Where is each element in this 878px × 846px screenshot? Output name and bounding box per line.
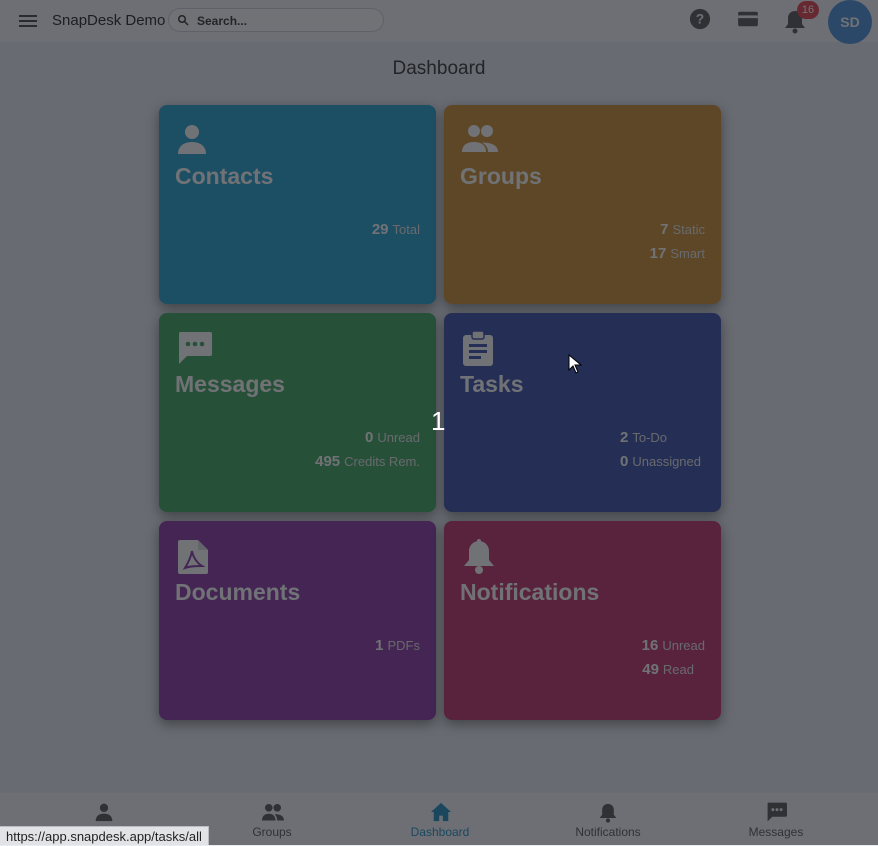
help-icon[interactable]: ? xyxy=(689,8,711,30)
avatar[interactable]: SD xyxy=(828,0,872,44)
person-icon xyxy=(95,803,113,822)
people-icon xyxy=(462,125,498,152)
stat-unassigned: 0 Unassigned xyxy=(620,453,701,470)
card-notifications[interactable]: Notifications 16 Unread 49 Read xyxy=(444,521,721,720)
stat-static: 7 Static xyxy=(660,221,705,238)
card-title: Tasks xyxy=(460,371,524,397)
card-documents[interactable]: Documents 1 PDFs xyxy=(159,521,436,720)
svg-text:?: ? xyxy=(696,12,704,27)
menu-icon[interactable] xyxy=(16,9,40,33)
card-groups[interactable]: Groups 7 Static 17 Smart xyxy=(444,105,721,304)
chat-icon xyxy=(767,802,787,822)
stat-unread: 0 Unread xyxy=(365,429,420,446)
card-messages[interactable]: Messages 0 Unread 495 Credits Rem. xyxy=(159,313,436,512)
notification-badge: 16 xyxy=(797,1,819,19)
nav-item-messages[interactable]: Messages xyxy=(692,793,860,845)
card-title: Documents xyxy=(175,579,301,605)
card-title: Groups xyxy=(460,163,542,189)
app-bar: SnapDesk Demo ? 16 SD xyxy=(0,0,878,44)
search-box[interactable] xyxy=(168,8,384,32)
mouse-cursor-icon xyxy=(568,354,582,374)
person-icon xyxy=(178,125,206,154)
stat-pdfs: 1 PDFs xyxy=(375,637,420,654)
card-title: Contacts xyxy=(175,163,274,189)
nav-item-groups[interactable]: Groups xyxy=(188,793,356,845)
clipboard-icon xyxy=(463,331,493,366)
credit-card-icon[interactable] xyxy=(737,10,759,28)
nav-item-dashboard[interactable]: Dashboard xyxy=(356,793,524,845)
app-title: SnapDesk Demo xyxy=(52,12,166,29)
card-tasks[interactable]: Tasks 2 To-Do 0 Unassigned xyxy=(444,313,721,512)
nav-item-notifications[interactable]: Notifications xyxy=(524,793,692,845)
card-title: Messages xyxy=(175,371,285,397)
nav-label: Messages xyxy=(748,825,804,839)
chat-icon xyxy=(178,332,212,364)
stat-unread: 16 Unread xyxy=(641,637,705,654)
stat-smart: 17 Smart xyxy=(649,245,705,262)
stat-total: 29 Total xyxy=(371,221,420,238)
card-contacts[interactable]: Contacts 29 Total xyxy=(159,105,436,304)
status-bar-url: https://app.snapdesk.app/tasks/all xyxy=(0,826,209,845)
search-input[interactable] xyxy=(195,11,379,31)
stat-read: 49 Read xyxy=(642,661,694,678)
search-icon xyxy=(178,15,189,26)
stat-credits: 495 Credits Rem. xyxy=(315,453,420,470)
overlay-counter: 1 xyxy=(431,406,446,436)
pdf-icon xyxy=(178,540,208,574)
nav-label: Notifications xyxy=(575,825,641,839)
nav-label: Groups xyxy=(252,825,292,839)
card-title: Notifications xyxy=(460,579,600,605)
home-icon xyxy=(431,802,451,822)
stat-todo: 2 To-Do xyxy=(620,429,668,446)
bell-icon xyxy=(599,803,617,823)
page-title: Dashboard xyxy=(392,58,486,79)
bell-icon xyxy=(464,539,494,574)
people-icon xyxy=(262,803,284,821)
nav-label: Dashboard xyxy=(410,825,470,839)
